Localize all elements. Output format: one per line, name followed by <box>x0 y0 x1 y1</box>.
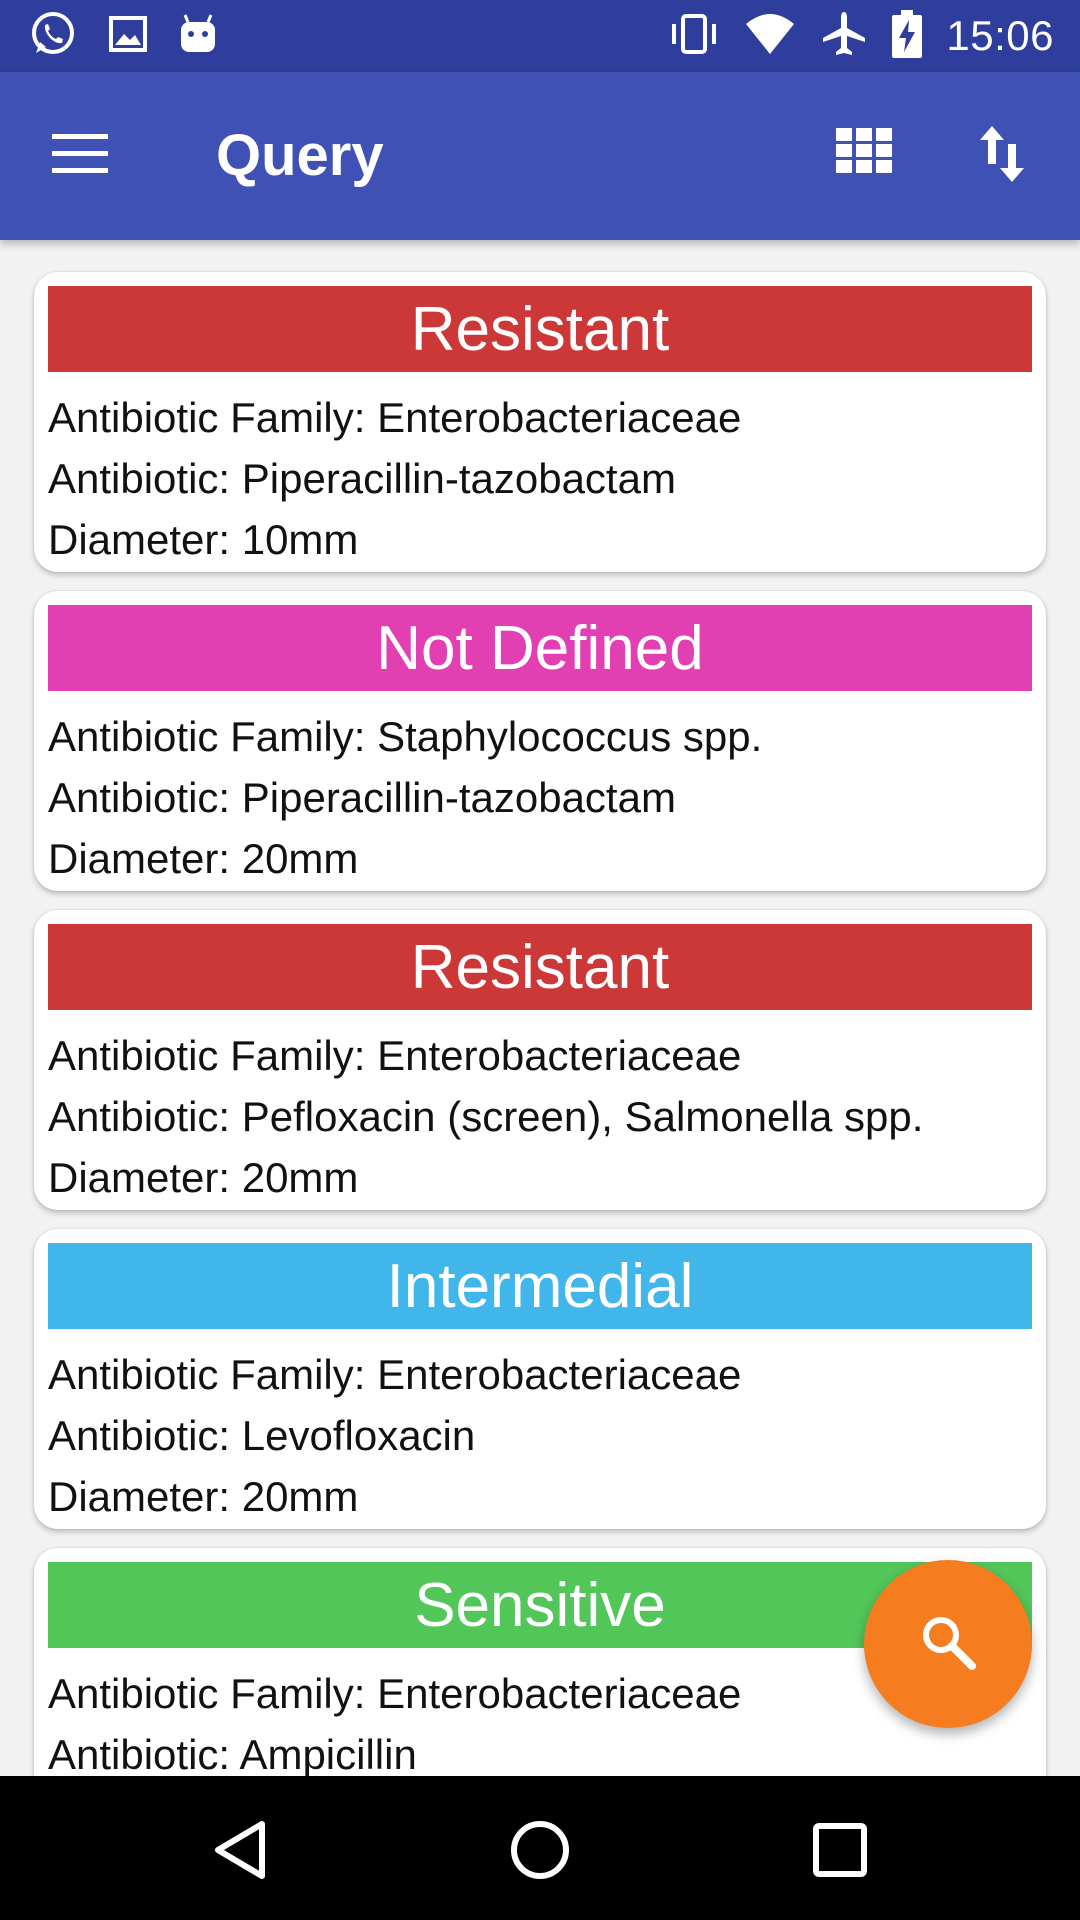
status-banner: Intermedial <box>48 1243 1032 1329</box>
result-card[interactable]: Resistant Antibiotic Family: Enterobacte… <box>34 910 1046 1210</box>
antibiotic-family-text: Antibiotic Family: Enterobacteriaceae <box>48 1670 742 1717</box>
system-nav-bar <box>0 1776 1080 1920</box>
sort-icon[interactable] <box>978 124 1042 188</box>
status-right-icons: 15:06 <box>668 9 1054 63</box>
grid-view-icon[interactable] <box>836 128 896 188</box>
wifi-icon <box>744 12 796 61</box>
diameter-text: Diameter: 20mm <box>48 1473 359 1520</box>
status-time: 15:06 <box>946 12 1054 59</box>
recents-icon[interactable] <box>808 1818 872 1882</box>
battery-charging-icon <box>892 9 923 63</box>
antibiotic-text: Antibiotic: Piperacillin-tazobactam <box>48 455 676 502</box>
diameter-text: Diameter: 20mm <box>48 835 359 882</box>
antibiotic-text: Antibiotic: Piperacillin-tazobactam <box>48 774 676 821</box>
search-icon <box>918 1612 978 1677</box>
diameter-text: Diameter: 20mm <box>48 1154 359 1201</box>
result-card[interactable]: Resistant Antibiotic Family: Enterobacte… <box>34 272 1046 572</box>
home-icon[interactable] <box>508 1818 572 1882</box>
result-card[interactable]: Not Defined Antibiotic Family: Staphyloc… <box>34 591 1046 891</box>
back-icon[interactable] <box>208 1818 272 1882</box>
status-banner: Resistant <box>48 286 1032 372</box>
status-bar: 15:06 <box>0 0 1080 72</box>
antibiotic-family-text: Antibiotic Family: Enterobacteriaceae <box>48 1351 742 1398</box>
app-bar: Query <box>0 72 1080 240</box>
status-banner: Resistant <box>48 924 1032 1010</box>
antibiotic-family-text: Antibiotic Family: Staphylococcus spp. <box>48 713 763 760</box>
airplane-icon <box>820 10 868 63</box>
antibiotic-text: Antibiotic: Levofloxacin <box>48 1412 476 1459</box>
diameter-text: Diameter: 10mm <box>48 516 359 563</box>
hamburger-menu-icon[interactable] <box>52 132 116 180</box>
antibiotic-family-text: Antibiotic Family: Enterobacteriaceae <box>48 1032 742 1079</box>
antibiotic-text: Antibiotic: Ampicillin <box>48 1731 417 1776</box>
android-debug-icon <box>178 12 218 61</box>
result-list[interactable]: Resistant Antibiotic Family: Enterobacte… <box>0 240 1080 1776</box>
search-fab-button[interactable] <box>864 1560 1032 1728</box>
antibiotic-family-text: Antibiotic Family: Enterobacteriaceae <box>48 394 742 441</box>
status-banner: Not Defined <box>48 605 1032 691</box>
page-title: Query <box>216 123 384 188</box>
result-card[interactable]: Intermedial Antibiotic Family: Enterobac… <box>34 1229 1046 1529</box>
gallery-icon <box>108 14 148 59</box>
whatsapp-icon <box>28 9 78 64</box>
vibrate-icon <box>668 12 720 61</box>
status-left-icons <box>28 9 218 64</box>
antibiotic-text: Antibiotic: Pefloxacin (screen), Salmone… <box>48 1093 924 1140</box>
